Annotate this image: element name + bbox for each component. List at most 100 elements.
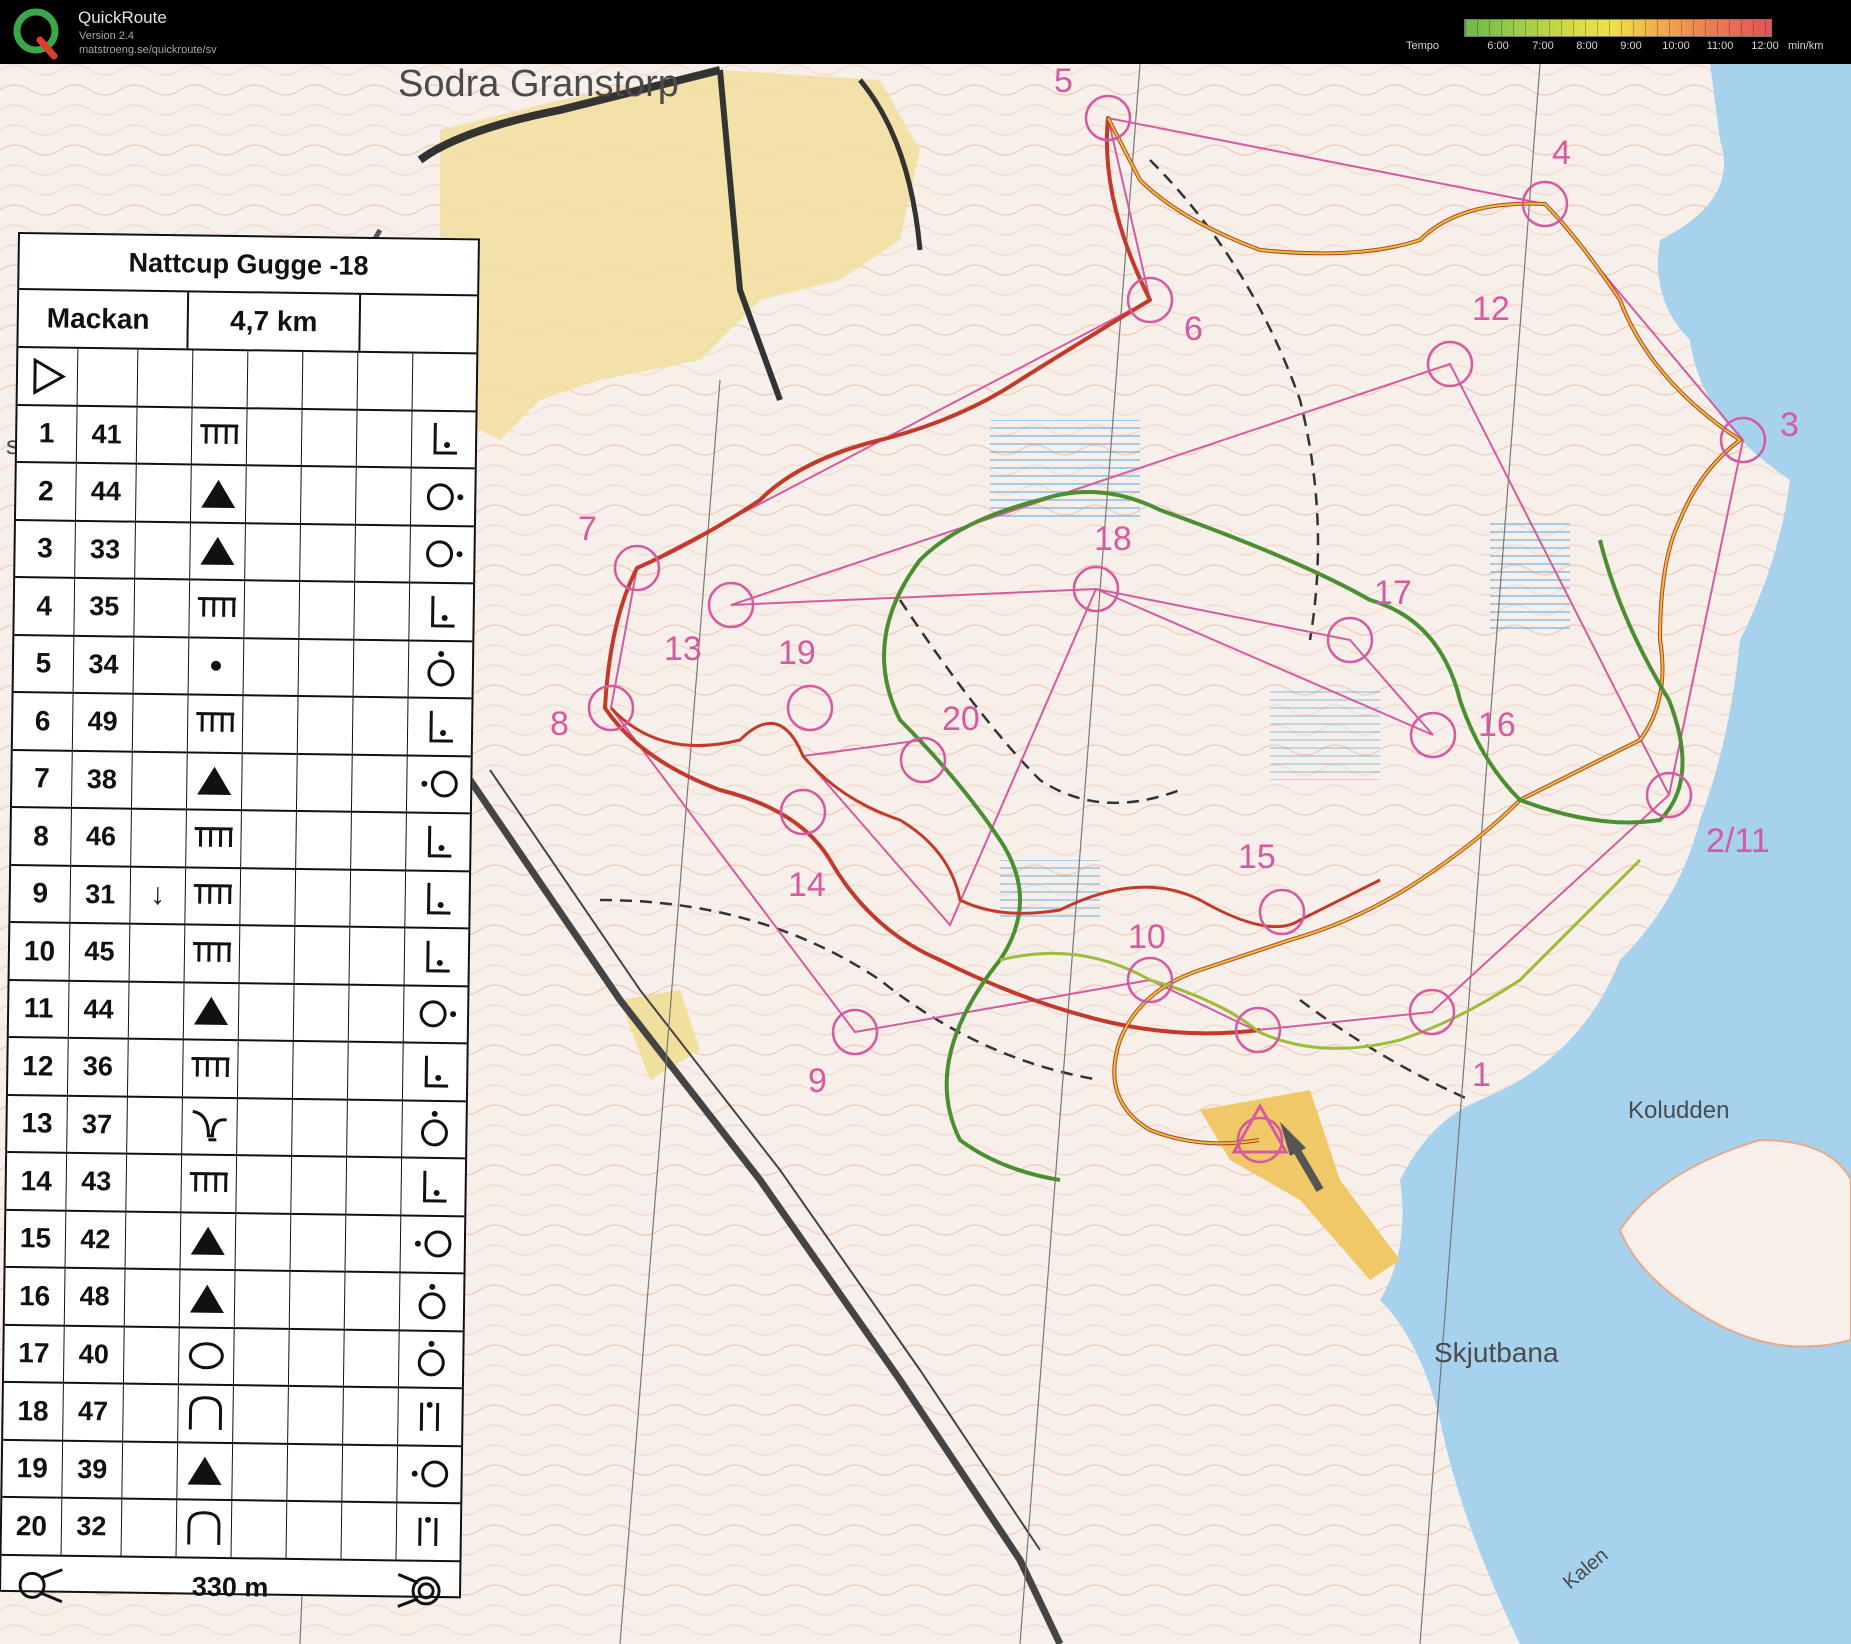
feature-knoll-icon <box>187 1510 221 1545</box>
tempo-tick: 7:00 <box>1532 40 1554 52</box>
feature-boulder-icon <box>190 1227 225 1256</box>
location-corner-icon <box>426 883 451 915</box>
feature-terrace-icon <box>193 941 232 962</box>
location-top-icon <box>419 1401 439 1431</box>
location-north-side-icon <box>417 1341 445 1377</box>
control-number: 6 <box>1184 310 1203 348</box>
feature-boulder-icon <box>197 767 232 796</box>
location-corner-icon <box>425 940 450 973</box>
control-number: 14 <box>788 866 826 904</box>
app-name: QuickRoute <box>78 8 167 27</box>
control-direction <box>124 1269 181 1326</box>
location-east-side-icon <box>426 483 463 511</box>
tempo-tick: 8:00 <box>1576 40 1598 52</box>
control-code: 45 <box>69 923 131 981</box>
control-code: 42 <box>65 1211 127 1268</box>
control-number: 3 <box>1780 406 1799 444</box>
control-direction <box>126 1154 183 1211</box>
control-direction <box>122 1442 179 1499</box>
control-rows: 1 41 2 44 3 33 4 35 5 34 6 49 7 38 8 46 9 31 ↓ 10 45 11 44 12 36… <box>1 405 476 1560</box>
control-row: 14 43 <box>6 1152 466 1217</box>
control-number: 17 <box>1374 574 1412 612</box>
control-row: 20 32 <box>1 1497 461 1560</box>
start-triangle-icon <box>32 357 66 395</box>
feature-boulder-icon <box>201 479 236 508</box>
feature-boulder-icon <box>187 1456 222 1486</box>
control-row: 10 45 <box>9 922 469 987</box>
feature-terrace-icon <box>197 596 236 617</box>
control-row: 6 49 <box>12 692 472 757</box>
tempo-tick: 6:00 <box>1487 40 1509 52</box>
control-number: 5 <box>1054 64 1073 100</box>
control-code: 48 <box>64 1268 126 1326</box>
location-top-icon <box>417 1516 438 1546</box>
tempo-unit: min/km <box>1788 40 1824 52</box>
control-order: 5 <box>13 635 75 692</box>
control-order: 8 <box>11 807 72 865</box>
finish-distance: 330 m <box>191 1571 269 1603</box>
place-name: Skjutbana <box>1434 1337 1559 1368</box>
control-direction <box>127 1039 184 1096</box>
location-corner-icon <box>422 1170 447 1203</box>
control-direction <box>123 1327 180 1384</box>
control-direction <box>123 1384 179 1441</box>
control-code: 44 <box>68 981 130 1038</box>
control-code: 44 <box>75 463 137 521</box>
control-number: 20 <box>942 700 980 738</box>
control-order: 18 <box>3 1382 64 1440</box>
finish-row: 330 m <box>0 1553 460 1620</box>
control-number: 16 <box>1478 706 1516 744</box>
control-order: 7 <box>11 750 73 807</box>
location-corner-icon <box>424 1055 448 1088</box>
control-number: 9 <box>808 1062 827 1100</box>
control-direction <box>133 637 190 694</box>
location-corner-icon <box>427 825 451 858</box>
control-row: 19 39 <box>2 1440 462 1505</box>
control-order: 14 <box>6 1152 68 1210</box>
tempo-tick: 10:00 <box>1662 40 1690 52</box>
control-row: 1 41 <box>16 405 476 470</box>
control-order: 1 <box>16 405 78 462</box>
control-direction <box>125 1212 182 1269</box>
control-row: 17 40 <box>3 1325 463 1390</box>
control-order: 4 <box>14 577 76 635</box>
control-direction <box>135 522 191 579</box>
feature-boulder-icon <box>189 1284 224 1313</box>
feature-terrace-icon <box>200 424 239 445</box>
tempo-color-scale <box>1464 19 1772 37</box>
control-row: 9 31 ↓ <box>10 865 470 930</box>
control-order: 17 <box>3 1325 65 1382</box>
tempo-tick: 11:00 <box>1706 40 1734 52</box>
control-direction <box>131 809 187 866</box>
control-code: 38 <box>71 751 133 808</box>
control-number: 12 <box>1472 290 1510 328</box>
control-order: 19 <box>2 1440 64 1497</box>
control-code: 35 <box>74 578 136 636</box>
control-code: 41 <box>76 406 138 463</box>
location-north-side-icon <box>418 1283 446 1320</box>
control-order: 16 <box>4 1267 66 1325</box>
control-direction <box>127 1097 183 1154</box>
control-code: 40 <box>63 1326 125 1383</box>
location-west-side-icon <box>414 1230 451 1258</box>
control-number: 10 <box>1128 918 1166 956</box>
marsh <box>990 420 1140 520</box>
control-row: 5 34 <box>13 635 473 700</box>
control-direction <box>128 982 185 1039</box>
location-north-side-icon <box>426 651 454 687</box>
control-direction <box>129 924 186 981</box>
control-number: 18 <box>1094 520 1132 558</box>
title-bar: QuickRoute Version 2.4 matstroeng.se/qui… <box>0 0 1851 64</box>
control-code: 47 <box>63 1383 124 1441</box>
location-corner-icon <box>432 423 457 455</box>
feature-terrace-icon <box>196 711 235 732</box>
control-code: 33 <box>75 521 136 578</box>
control-row: 3 33 <box>15 520 474 585</box>
feature-pit-icon <box>188 1342 224 1370</box>
control-code: 32 <box>61 1498 123 1556</box>
control-order: 6 <box>12 692 74 750</box>
control-direction <box>131 752 188 809</box>
control-order: 20 <box>1 1497 63 1555</box>
control-row: 7 38 <box>11 750 471 815</box>
tempo-tick: 12:00 <box>1751 40 1779 52</box>
